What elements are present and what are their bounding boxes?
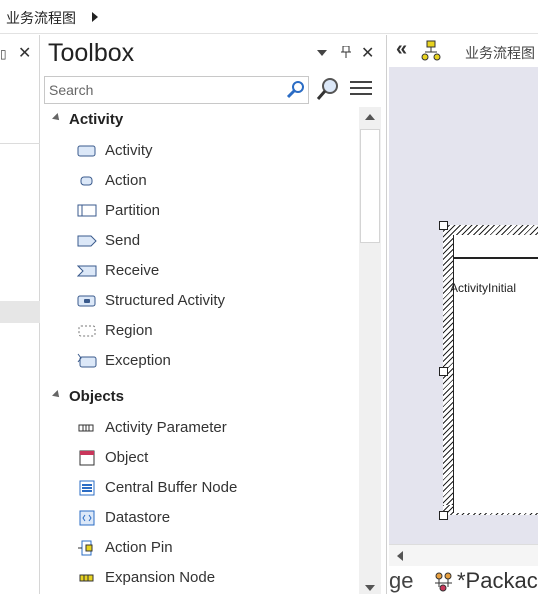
toolbox-item-object[interactable]: Object <box>41 443 359 473</box>
find-icon[interactable] <box>315 76 341 104</box>
toolbox-item-partition[interactable]: Partition <box>41 196 359 226</box>
item-label: Exception <box>105 352 171 369</box>
pin-icon[interactable]: ▯ <box>0 47 7 61</box>
breadcrumb: 业务流程图 <box>0 0 538 34</box>
resize-handle[interactable] <box>439 367 448 376</box>
group-header-activity[interactable]: Activity <box>41 107 359 133</box>
search-icon[interactable] <box>286 80 306 100</box>
item-label: Receive <box>105 262 160 279</box>
toolbox-item-activity[interactable]: Activity <box>41 136 359 166</box>
scroll-down-icon[interactable] <box>365 585 375 591</box>
toolbox-item-expansion-node[interactable]: Expansion Node <box>41 563 359 593</box>
diagram-toolbar: « 业务流程图 <box>387 35 538 67</box>
item-label: Central Buffer Node <box>105 479 238 496</box>
action-pin-icon <box>78 540 93 556</box>
toolbox-item-receive[interactable]: Receive <box>41 256 359 286</box>
item-label: Datastore <box>105 509 171 526</box>
partition-body: ActivityInitial <box>450 235 538 513</box>
region-icon <box>78 325 96 337</box>
breadcrumb-item[interactable]: 业务流程图 <box>6 8 76 28</box>
search-input[interactable] <box>49 80 279 100</box>
package-diagram-icon <box>433 570 455 592</box>
close-icon[interactable]: ✕ <box>18 43 31 63</box>
partition-icon <box>77 204 97 217</box>
scroll-thumb[interactable] <box>360 129 380 243</box>
group-label: Objects <box>69 388 125 405</box>
horizontal-scrollbar[interactable] <box>389 544 538 566</box>
send-icon <box>77 235 97 247</box>
scroll-up-icon[interactable] <box>365 114 375 120</box>
exception-icon <box>77 353 97 368</box>
resize-handle[interactable] <box>439 511 448 520</box>
scroll-left-icon[interactable] <box>397 551 403 561</box>
item-label: Region <box>105 322 153 339</box>
item-label: Activity Parameter <box>105 419 227 436</box>
tab-diagram[interactable]: ge <box>389 568 413 594</box>
selected-row[interactable] <box>0 301 40 323</box>
activity-icon <box>77 145 96 157</box>
partition-border <box>443 225 538 235</box>
close-icon[interactable]: ✕ <box>361 43 374 63</box>
activity-partition[interactable]: ActivityInitial <box>439 221 538 520</box>
central-buffer-node-icon <box>79 480 95 496</box>
expansion-node-icon <box>79 574 94 582</box>
toolbox-item-structured-activity[interactable]: Structured Activity <box>41 286 359 316</box>
toolbox-item-region[interactable]: Region <box>41 316 359 346</box>
item-label: Partition <box>105 202 161 219</box>
pin-icon[interactable] <box>341 45 351 61</box>
toolbox-item-action-pin[interactable]: Action Pin <box>41 533 359 563</box>
dropdown-icon[interactable] <box>317 50 327 56</box>
structured-activity-icon <box>77 295 96 307</box>
toolbox-item-central-buffer-node[interactable]: Central Buffer Node <box>41 473 359 503</box>
toolbox-item-activity-parameter[interactable]: Activity Parameter <box>41 413 359 443</box>
left-panel: ▯ ✕ <box>0 35 40 594</box>
breadcrumb-arrow-icon[interactable] <box>92 12 98 22</box>
item-label: Action <box>105 172 147 189</box>
diagram-tabs: ge *Packac <box>387 566 538 594</box>
group-header-objects[interactable]: Objects <box>41 384 359 410</box>
search-box <box>44 76 309 104</box>
toolbox-item-exception[interactable]: Exception <box>41 346 359 376</box>
item-label: Action Pin <box>105 539 173 556</box>
diagram-canvas[interactable]: ActivityInitial <box>389 67 538 544</box>
receive-icon <box>77 265 97 277</box>
toolbox-item-send[interactable]: Send <box>41 226 359 256</box>
diagram-view: « 业务流程图 ActivityInitial ge *Packac <box>386 35 538 594</box>
item-label: Expansion Node <box>105 569 216 586</box>
resize-handle[interactable] <box>439 221 448 230</box>
collapse-left-icon[interactable]: « <box>396 38 407 61</box>
toolbox-item-action[interactable]: Action <box>41 166 359 196</box>
toolbox-item-datastore[interactable]: Datastore <box>41 503 359 533</box>
menu-icon[interactable] <box>350 81 372 99</box>
toolbox-list: Activity Activity Action Partition Send … <box>41 107 359 594</box>
partition-label: ActivityInitial <box>450 281 517 295</box>
diagram-title: 业务流程图 <box>465 46 535 62</box>
datastore-icon <box>79 510 95 526</box>
chevron-down-icon <box>52 113 62 123</box>
tab-package[interactable]: *Packac <box>457 568 538 594</box>
vertical-scrollbar[interactable] <box>359 107 381 594</box>
toolbox-panel: Toolbox ✕ Activity Activity Action Parti… <box>41 35 386 594</box>
divider <box>0 143 40 144</box>
panel-title: Toolbox <box>48 39 135 67</box>
item-label: Send <box>105 232 141 249</box>
activity-diagram-icon[interactable] <box>421 40 441 62</box>
item-label: Structured Activity <box>105 292 226 309</box>
group-label: Activity <box>69 111 124 128</box>
partition-header-line <box>454 257 538 259</box>
action-icon <box>80 176 93 186</box>
activity-parameter-icon <box>78 424 94 432</box>
item-label: Object <box>105 449 149 466</box>
chevron-down-icon <box>52 390 62 400</box>
object-icon <box>79 450 95 466</box>
item-label: Activity <box>105 142 153 159</box>
